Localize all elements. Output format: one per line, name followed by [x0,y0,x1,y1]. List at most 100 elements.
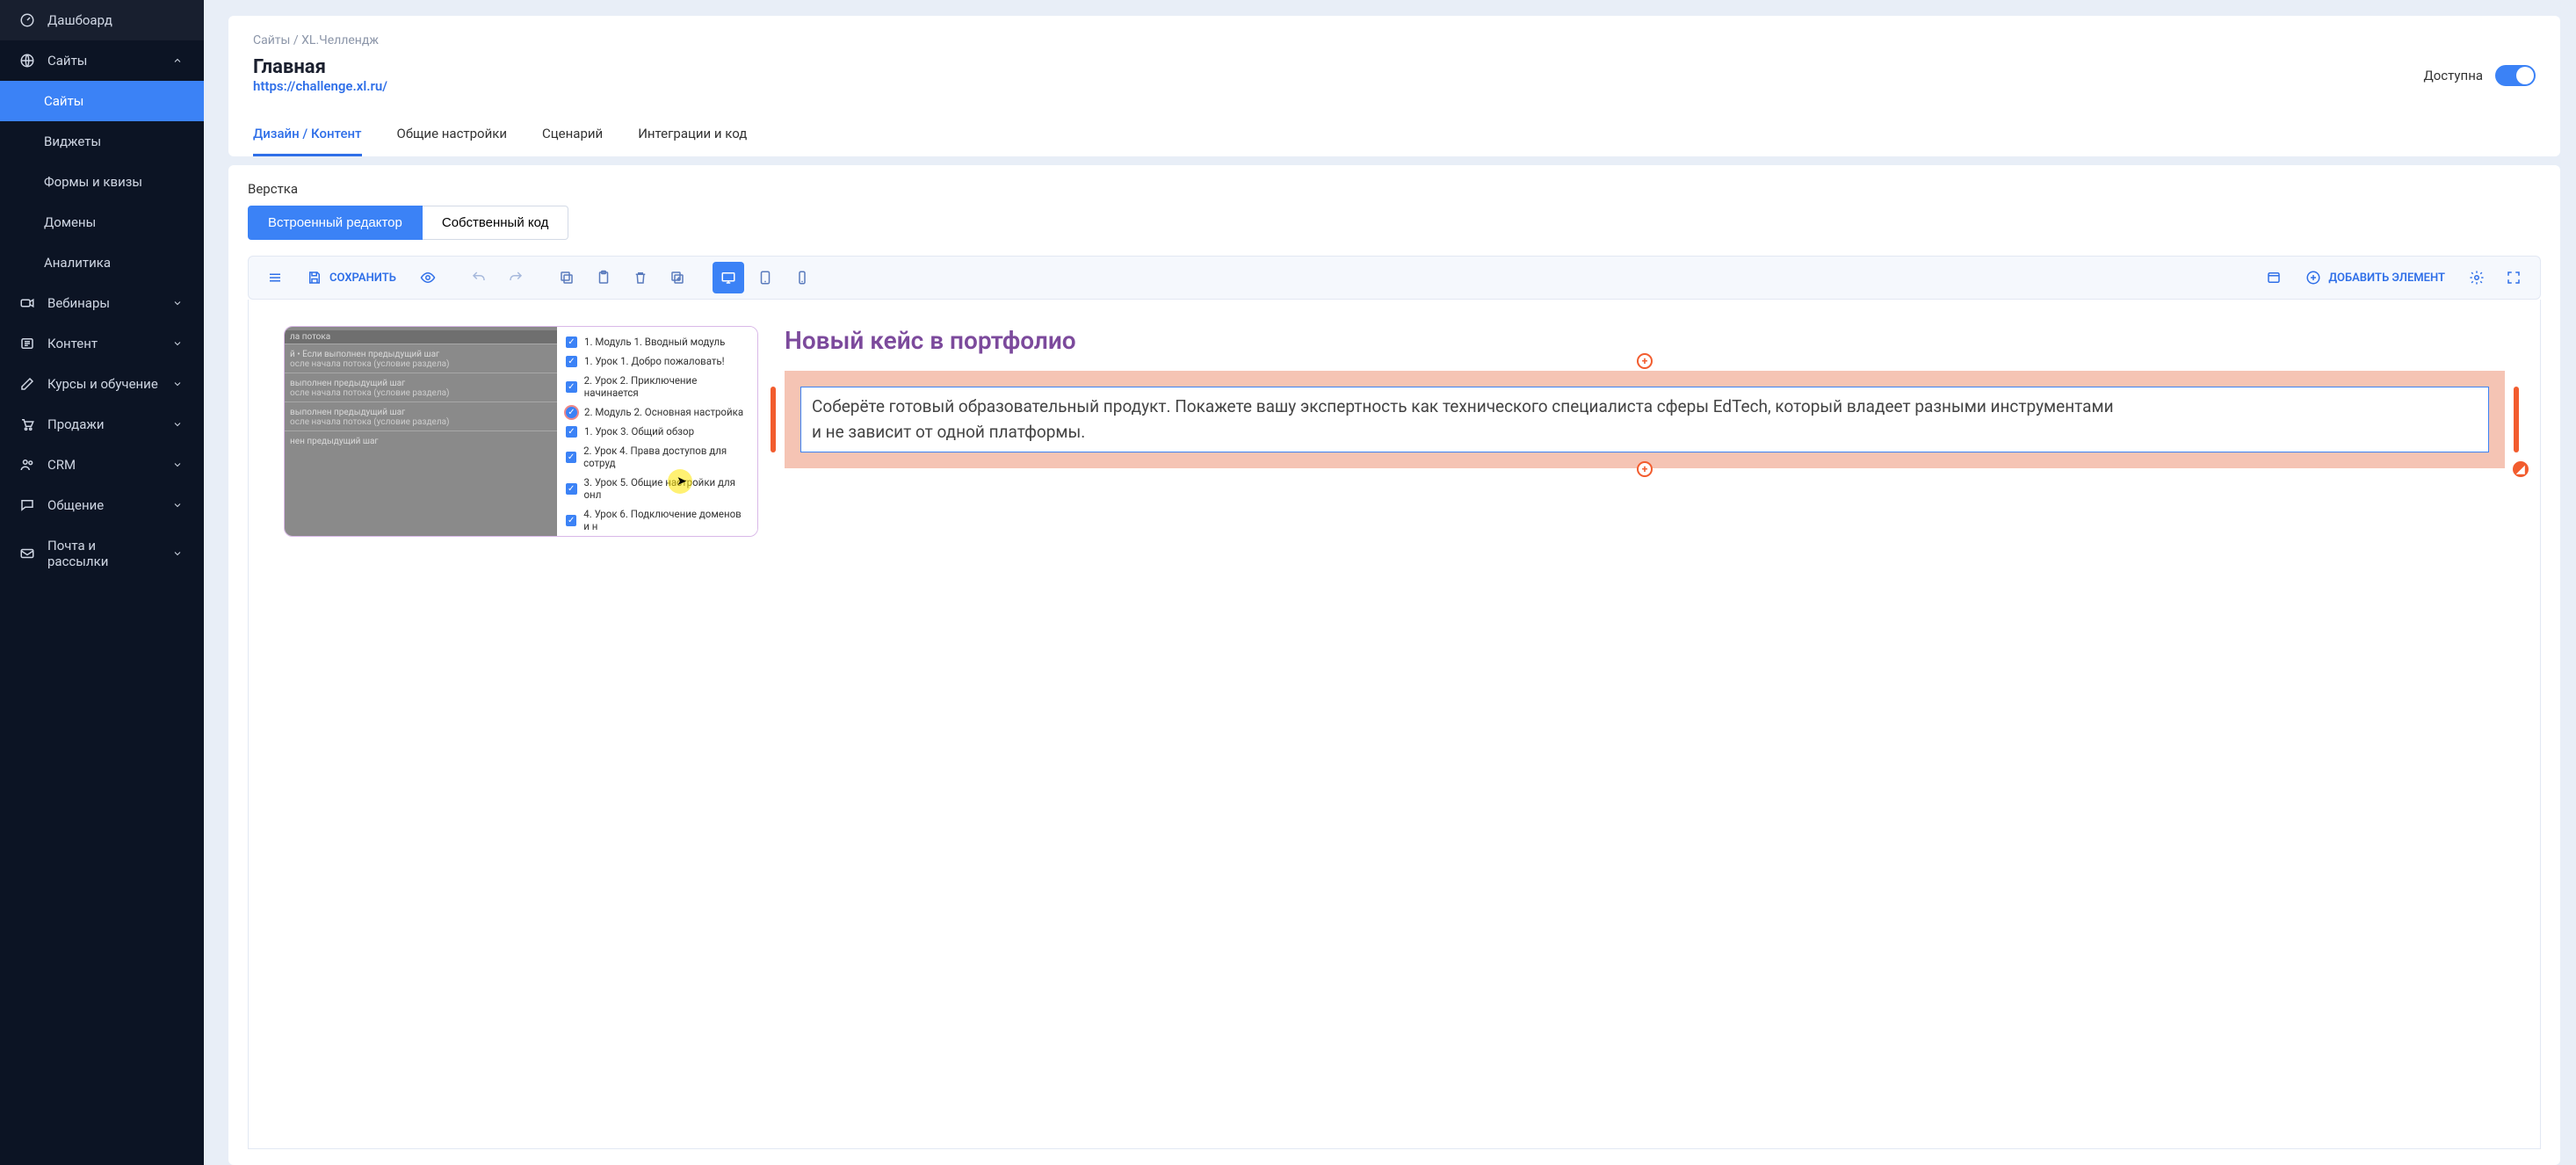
users-icon [19,457,35,473]
settings-button[interactable] [2461,262,2493,293]
sidebar-item-widgets[interactable]: Виджеты [0,121,204,162]
mobile-view-button[interactable] [786,262,818,293]
breadcrumb-sep: / [293,33,301,47]
editor-toolbar: СОХРАНИТЬ ДОБАВИТЬ ЭЛЕМЕНТ [248,256,2541,300]
sidebar-item-mail[interactable]: Почта и рассылки [0,525,204,582]
layout-label: Верстка [248,181,2541,197]
redo-button[interactable] [500,262,532,293]
layout-segmented: Встроенный редактор Собственный код [248,206,2541,240]
content-block[interactable]: Новый кейс в портфолио + Соберёте готовы… [785,326,2505,1122]
delete-button[interactable] [625,262,656,293]
save-button[interactable]: СОХРАНИТЬ [296,262,407,293]
tablet-view-button[interactable] [749,262,781,293]
desktop-view-button[interactable] [713,262,744,293]
main: Сайты / XL.Челлендж Главная https://chal… [204,0,2576,1165]
preview-left-pane: ла потока й • Если выполнен предыдущий ш… [285,327,557,536]
sidebar-label: CRM [47,457,76,473]
chevron-down-icon [172,459,185,471]
content-heading[interactable]: Новый кейс в портфолио [785,326,2505,355]
page-url[interactable]: https://challenge.xl.ru/ [253,78,387,94]
resize-handle-left[interactable] [771,387,776,452]
save-label: СОХРАНИТЬ [329,271,396,285]
sidebar-label: Курсы и обучение [47,376,158,392]
tab-design-content[interactable]: Дизайн / Контент [253,117,362,156]
sidebar-item-sales[interactable]: Продажи [0,404,204,445]
sidebar-item-communication[interactable]: Общение [0,485,204,525]
preview-list-item: ✓2. Урок 2. Приключение начинается [557,371,757,402]
availability-toggle[interactable] [2495,65,2536,86]
layout-custom-code-button[interactable]: Собственный код [423,206,569,240]
resize-handle-right[interactable] [2514,387,2519,452]
sidebar-item-crm[interactable]: CRM [0,445,204,485]
availability-label: Доступна [2423,68,2483,83]
preview-list-item: ✓3. Урок 5. Общие настройки для онл [557,473,757,504]
chevron-down-icon [172,337,185,350]
preview-list-item: ✓2. Урок 4. Права доступов для сотруд [557,441,757,473]
canvas-wrap: + + ла потока й • Если выполнен предыдущ… [248,300,2541,1149]
sidebar-item-dashboard[interactable]: Дашбоард [0,0,204,40]
sidebar-item-sites-group[interactable]: Сайты [0,40,204,81]
breadcrumb: Сайты / XL.Челлендж [253,33,2536,47]
gauge-icon [19,12,35,28]
globe-icon [19,53,35,69]
duplicate-button[interactable] [662,262,693,293]
sidebar-label: Формы и квизы [44,174,142,190]
edit-handle-bottom[interactable]: + [1637,461,1653,477]
header-card: Сайты / XL.Челлендж Главная https://chal… [228,16,2560,156]
preview-button[interactable] [412,262,444,293]
text-editor[interactable]: Соберёте готовый образовательный продукт… [800,387,2489,452]
sidebar-label: Контент [47,336,98,351]
edit-handle-corner[interactable]: ◢ [2513,461,2529,477]
chevron-down-icon [172,378,185,390]
preview-list-item: ✓1. Урок 3. Общий обзор [557,422,757,441]
window-button[interactable] [2258,262,2290,293]
cart-icon [19,416,35,432]
tab-general-settings[interactable]: Общие настройки [397,117,508,156]
copy-button[interactable] [551,262,582,293]
preview-list-item: ✓1. Урок 1. Добро пожаловать! [557,351,757,371]
sidebar-label: Почта и рассылки [47,538,160,569]
camera-icon [19,295,35,311]
sidebar-item-webinars[interactable]: Вебинары [0,283,204,323]
preview-screenshot[interactable]: ла потока й • Если выполнен предыдущий ш… [284,326,758,537]
undo-button[interactable] [463,262,495,293]
tab-scenario[interactable]: Сценарий [542,117,603,156]
selected-text-block[interactable]: + Соберёте готовый образовательный проду… [785,371,2505,468]
chat-icon [19,497,35,513]
sidebar-item-forms[interactable]: Формы и квизы [0,162,204,202]
list-icon [19,336,35,351]
tab-integrations[interactable]: Интеграции и код [638,117,747,156]
canvas[interactable]: ла потока й • Если выполнен предыдущий ш… [249,300,2540,1148]
chevron-down-icon [172,547,185,560]
sidebar-label: Домены [44,214,96,230]
add-element-button[interactable]: ДОБАВИТЬ ЭЛЕМЕНТ [2295,262,2456,293]
sidebar-label: Сайты [47,53,87,69]
sidebar-label: Дашбоард [47,12,112,28]
edit-handle-top[interactable]: + [1637,353,1653,369]
sidebar-label: Вебинары [47,295,110,311]
sidebar-item-domains[interactable]: Домены [0,202,204,242]
text-line: Соберёте готовый образовательный продукт… [812,396,2114,416]
paste-button[interactable] [588,262,619,293]
chevron-down-icon [172,297,185,309]
breadcrumb-root[interactable]: Сайты [253,33,290,47]
layout-builtin-button[interactable]: Встроенный редактор [248,206,423,240]
sidebar-label: Аналитика [44,255,111,271]
edit-icon [19,376,35,392]
fullscreen-button[interactable] [2498,262,2529,293]
sidebar-label: Продажи [47,416,105,432]
sidebar-item-content[interactable]: Контент [0,323,204,364]
sidebar: Дашбоард Сайты Сайты Виджеты Формы и кви… [0,0,204,1165]
preview-list-item: ✓1. Модуль 1. Вводный модуль [557,332,757,351]
sidebar-item-analytics[interactable]: Аналитика [0,242,204,283]
sidebar-label: Виджеты [44,134,101,149]
cursor-arrow-icon: ➤ [677,474,687,488]
sidebar-item-sites[interactable]: Сайты [0,81,204,121]
availability: Доступна [2423,65,2536,86]
chevron-up-icon [172,54,185,67]
preview-left-header: ла потока [285,330,557,344]
page-title: Главная [253,56,387,78]
sidebar-item-courses[interactable]: Курсы и обучение [0,364,204,404]
chevron-down-icon [172,499,185,511]
menu-button[interactable] [259,262,291,293]
